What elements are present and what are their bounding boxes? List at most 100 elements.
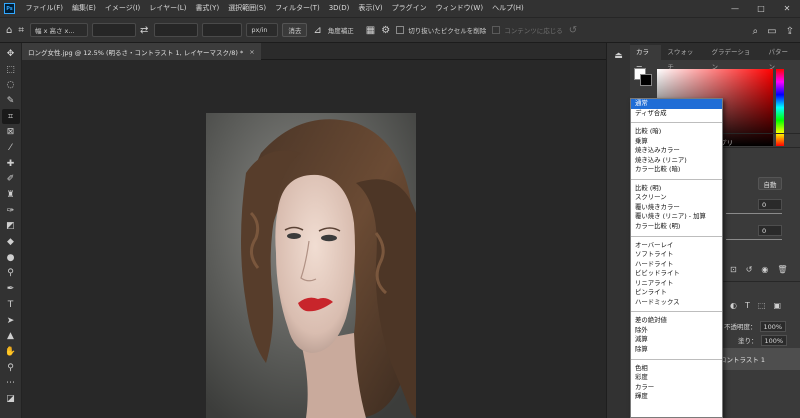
blend-mode-option[interactable]: カラー bbox=[631, 383, 722, 393]
tab-close-icon[interactable]: × bbox=[249, 48, 254, 56]
clear-button[interactable]: 消去 bbox=[282, 23, 308, 37]
menu-filter[interactable]: フィルター(T) bbox=[271, 0, 325, 17]
blur-tool-icon[interactable]: ● bbox=[2, 250, 20, 266]
trash-icon[interactable]: 🗑 bbox=[777, 265, 787, 274]
close-icon[interactable]: ✕ bbox=[774, 0, 800, 17]
menu-type[interactable]: 書式(Y) bbox=[191, 0, 224, 17]
maximize-icon[interactable]: □ bbox=[748, 0, 774, 17]
tab-gradients[interactable]: グラデーション bbox=[706, 45, 763, 71]
blend-mode-option[interactable]: ビビッドライト bbox=[631, 269, 722, 279]
home-icon[interactable]: ⌂ bbox=[6, 25, 12, 36]
menu-edit[interactable]: 編集(E) bbox=[68, 0, 101, 17]
frame-tool-icon[interactable]: ⊠ bbox=[2, 124, 20, 140]
unit-dropdown[interactable]: px/in bbox=[246, 23, 279, 37]
blend-mode-option[interactable]: 焼き込み (リニア) bbox=[631, 156, 722, 166]
blend-mode-option[interactable]: ハードライト bbox=[631, 260, 722, 270]
opacity-input[interactable]: 100% bbox=[759, 320, 787, 332]
background-color-swatch[interactable] bbox=[640, 74, 652, 86]
crop-tool-icon[interactable]: ⌗ bbox=[18, 25, 24, 36]
type-filter-icon[interactable]: T bbox=[745, 301, 750, 310]
content-aware-checkbox[interactable] bbox=[492, 26, 501, 34]
quick-select-tool-icon[interactable]: ✎ bbox=[2, 93, 20, 109]
blend-mode-option[interactable]: 比較 (明) bbox=[631, 184, 722, 194]
clone-stamp-tool-icon[interactable]: ♜ bbox=[2, 187, 20, 203]
marquee-tool-icon[interactable]: ⬚ bbox=[2, 62, 20, 78]
canvas-area[interactable] bbox=[22, 60, 606, 418]
delete-cropped-checkbox[interactable] bbox=[396, 26, 405, 34]
auto-button[interactable]: 自動 bbox=[758, 177, 782, 190]
document-tab[interactable]: ロング女性.jpg @ 12.5% (明るさ・コントラスト 1, レイヤーマスク… bbox=[22, 43, 261, 60]
brightness-slider[interactable] bbox=[726, 213, 782, 214]
pen-tool-icon[interactable]: ✒ bbox=[2, 281, 20, 297]
shape-filter-icon[interactable]: ⬚ bbox=[758, 301, 766, 310]
dodge-tool-icon[interactable]: ⚲ bbox=[2, 266, 20, 282]
tab-swatches[interactable]: スウォッチ bbox=[661, 45, 705, 71]
blend-mode-option[interactable]: ディザ合成 bbox=[631, 109, 722, 119]
blend-mode-option[interactable]: カラー比較 (明) bbox=[631, 222, 722, 232]
healing-brush-tool-icon[interactable]: ✚ bbox=[2, 156, 20, 172]
crop-tool-icon[interactable]: ⌗ bbox=[1, 108, 20, 125]
blend-mode-option[interactable]: 除算 bbox=[631, 345, 722, 355]
visibility-eye-icon[interactable]: ◉ bbox=[761, 265, 768, 274]
blend-mode-option[interactable]: 差の絶対値 bbox=[631, 316, 722, 326]
type-tool-icon[interactable]: T bbox=[2, 297, 20, 313]
ratio-dropdown[interactable]: 幅 x 高さ x... bbox=[30, 23, 88, 37]
width-field[interactable] bbox=[92, 23, 136, 37]
tab-patterns[interactable]: パターン bbox=[763, 45, 800, 71]
eraser-tool-icon[interactable]: ◩ bbox=[2, 219, 20, 235]
blend-mode-option[interactable]: 通常 bbox=[631, 99, 722, 109]
height-field[interactable] bbox=[154, 23, 199, 37]
menu-view[interactable]: 表示(V) bbox=[354, 0, 387, 17]
brightness-value-field[interactable]: 0 bbox=[758, 199, 782, 210]
move-tool-icon[interactable]: ✥ bbox=[2, 46, 20, 62]
blend-mode-option[interactable]: ソフトライト bbox=[631, 250, 722, 260]
blend-mode-option[interactable]: 色相 bbox=[631, 364, 722, 374]
adjustment-filter-icon[interactable]: ◐ bbox=[730, 301, 737, 310]
menu-3d[interactable]: 3D(D) bbox=[324, 0, 354, 17]
blend-mode-option[interactable]: 減算 bbox=[631, 335, 722, 345]
blend-mode-option[interactable]: リニアライト bbox=[631, 279, 722, 289]
history-panel-icon[interactable]: ⏏ bbox=[614, 51, 623, 61]
shape-tool-icon[interactable]: ▲ bbox=[2, 328, 20, 344]
menu-layer[interactable]: レイヤー(L) bbox=[145, 0, 191, 17]
blend-mode-option[interactable]: カラー比較 (暗) bbox=[631, 165, 722, 175]
smart-filter-icon[interactable]: ▣ bbox=[773, 301, 781, 310]
blend-mode-option[interactable]: 焼き込みカラー bbox=[631, 146, 722, 156]
eyedropper-tool-icon[interactable]: ⁄ bbox=[2, 140, 20, 156]
menu-select[interactable]: 選択範囲(S) bbox=[224, 0, 271, 17]
lasso-tool-icon[interactable]: ◌ bbox=[2, 77, 20, 93]
straighten-label[interactable]: 角度補正 bbox=[328, 25, 354, 35]
blend-mode-option[interactable]: ピンライト bbox=[631, 288, 722, 298]
blend-mode-option[interactable]: 彩度 bbox=[631, 373, 722, 383]
tab-color[interactable]: カラー bbox=[630, 45, 662, 71]
menu-help[interactable]: ヘルプ(H) bbox=[488, 0, 529, 17]
settings-gear-icon[interactable]: ⚙ bbox=[381, 25, 390, 36]
hand-tool-icon[interactable]: ✋ bbox=[2, 344, 20, 360]
reset-adjust-icon[interactable]: ↺ bbox=[746, 265, 753, 274]
brush-tool-icon[interactable]: ✐ bbox=[2, 172, 20, 188]
search-icon[interactable]: ⌕ bbox=[753, 26, 759, 37]
fill-input[interactable]: 100% bbox=[760, 334, 788, 346]
straighten-icon[interactable]: ⊿ bbox=[313, 25, 321, 36]
workspace-icon[interactable]: ▭ bbox=[767, 26, 776, 37]
grid-overlay-icon[interactable]: ▦ bbox=[366, 25, 375, 36]
blend-mode-option[interactable]: オーバーレイ bbox=[631, 241, 722, 251]
swap-icon[interactable]: ⇄ bbox=[140, 25, 148, 36]
minimize-icon[interactable]: — bbox=[722, 0, 748, 17]
menu-image[interactable]: イメージ(I) bbox=[100, 0, 144, 17]
blend-mode-option[interactable]: スクリーン bbox=[631, 193, 722, 203]
layer-row[interactable]: コントラスト 1 bbox=[716, 348, 800, 370]
document-photo[interactable] bbox=[206, 113, 416, 418]
history-brush-tool-icon[interactable]: ✑ bbox=[2, 203, 20, 219]
blend-mode-option[interactable]: 輝度 bbox=[631, 392, 722, 402]
blend-mode-option[interactable]: 乗算 bbox=[631, 137, 722, 147]
reset-icon[interactable]: ↺ bbox=[569, 25, 577, 36]
path-select-tool-icon[interactable]: ➤ bbox=[2, 313, 20, 329]
color-swap-icon[interactable]: ◪ bbox=[2, 391, 20, 407]
menu-file[interactable]: ファイル(F) bbox=[21, 0, 68, 17]
hue-slider[interactable] bbox=[776, 69, 784, 146]
clip-layer-icon[interactable]: ⊡ bbox=[730, 265, 737, 274]
contrast-slider[interactable] bbox=[726, 239, 782, 240]
menu-window[interactable]: ウィンドウ(W) bbox=[431, 0, 487, 17]
menu-plugins[interactable]: プラグイン bbox=[387, 0, 431, 17]
